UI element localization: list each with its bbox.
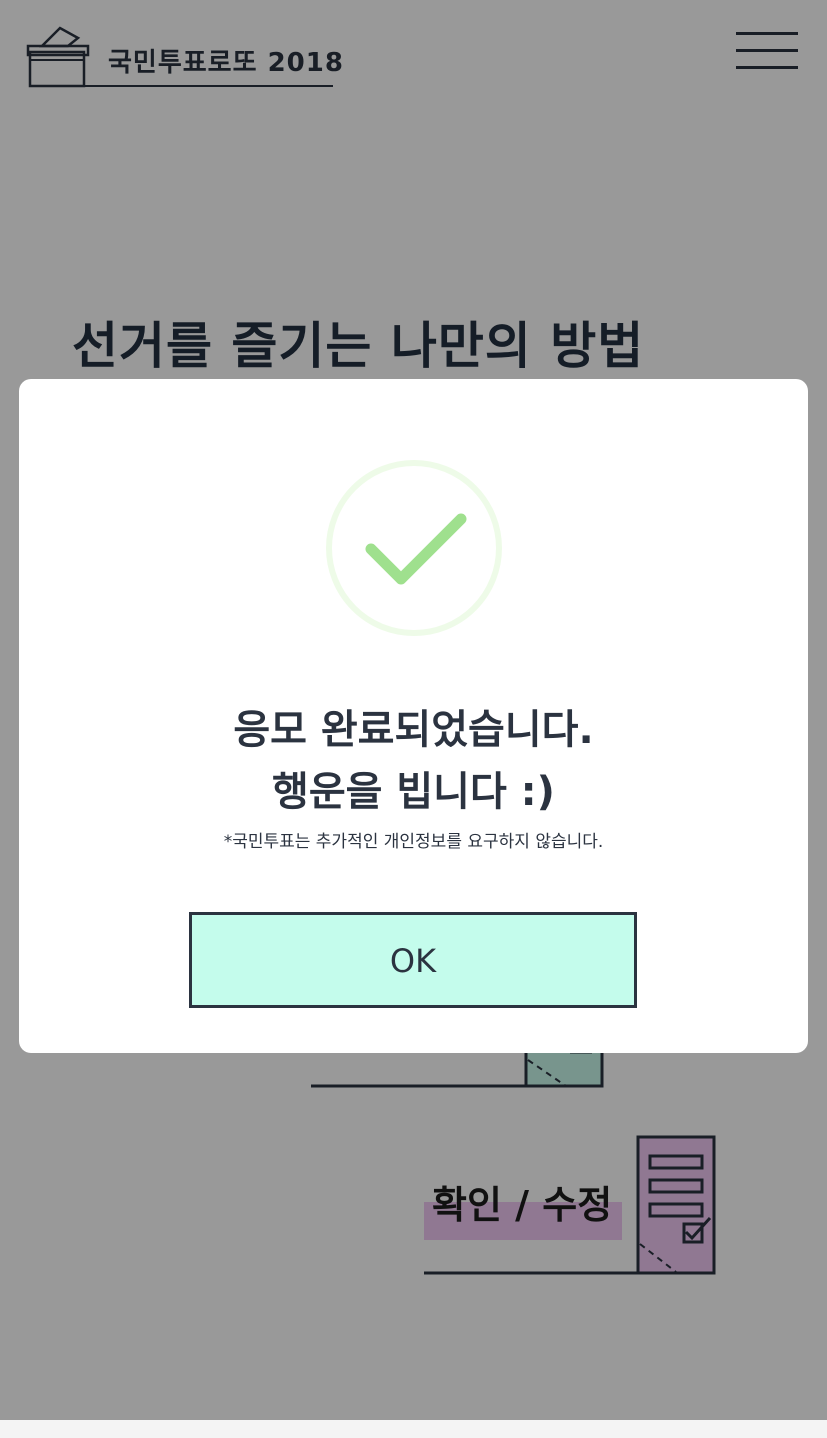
success-message: 응모 완료되었습니다. — [233, 707, 594, 753]
good-luck-message: 행운을 빕니다 :) — [272, 769, 555, 815]
ok-button[interactable]: OK — [189, 912, 637, 1008]
success-dialog: 응모 완료되었습니다. 행운을 빕니다 :) *국민투표는 추가적인 개인정보를… — [19, 379, 808, 1053]
check-circle-icon — [326, 460, 502, 636]
confirm-edit-label: 확인 / 수정 — [432, 1183, 613, 1227]
privacy-note: *국민투표는 추가적인 개인정보를 요구하지 않습니다. — [223, 832, 604, 852]
bottom-strip — [0, 1420, 827, 1438]
